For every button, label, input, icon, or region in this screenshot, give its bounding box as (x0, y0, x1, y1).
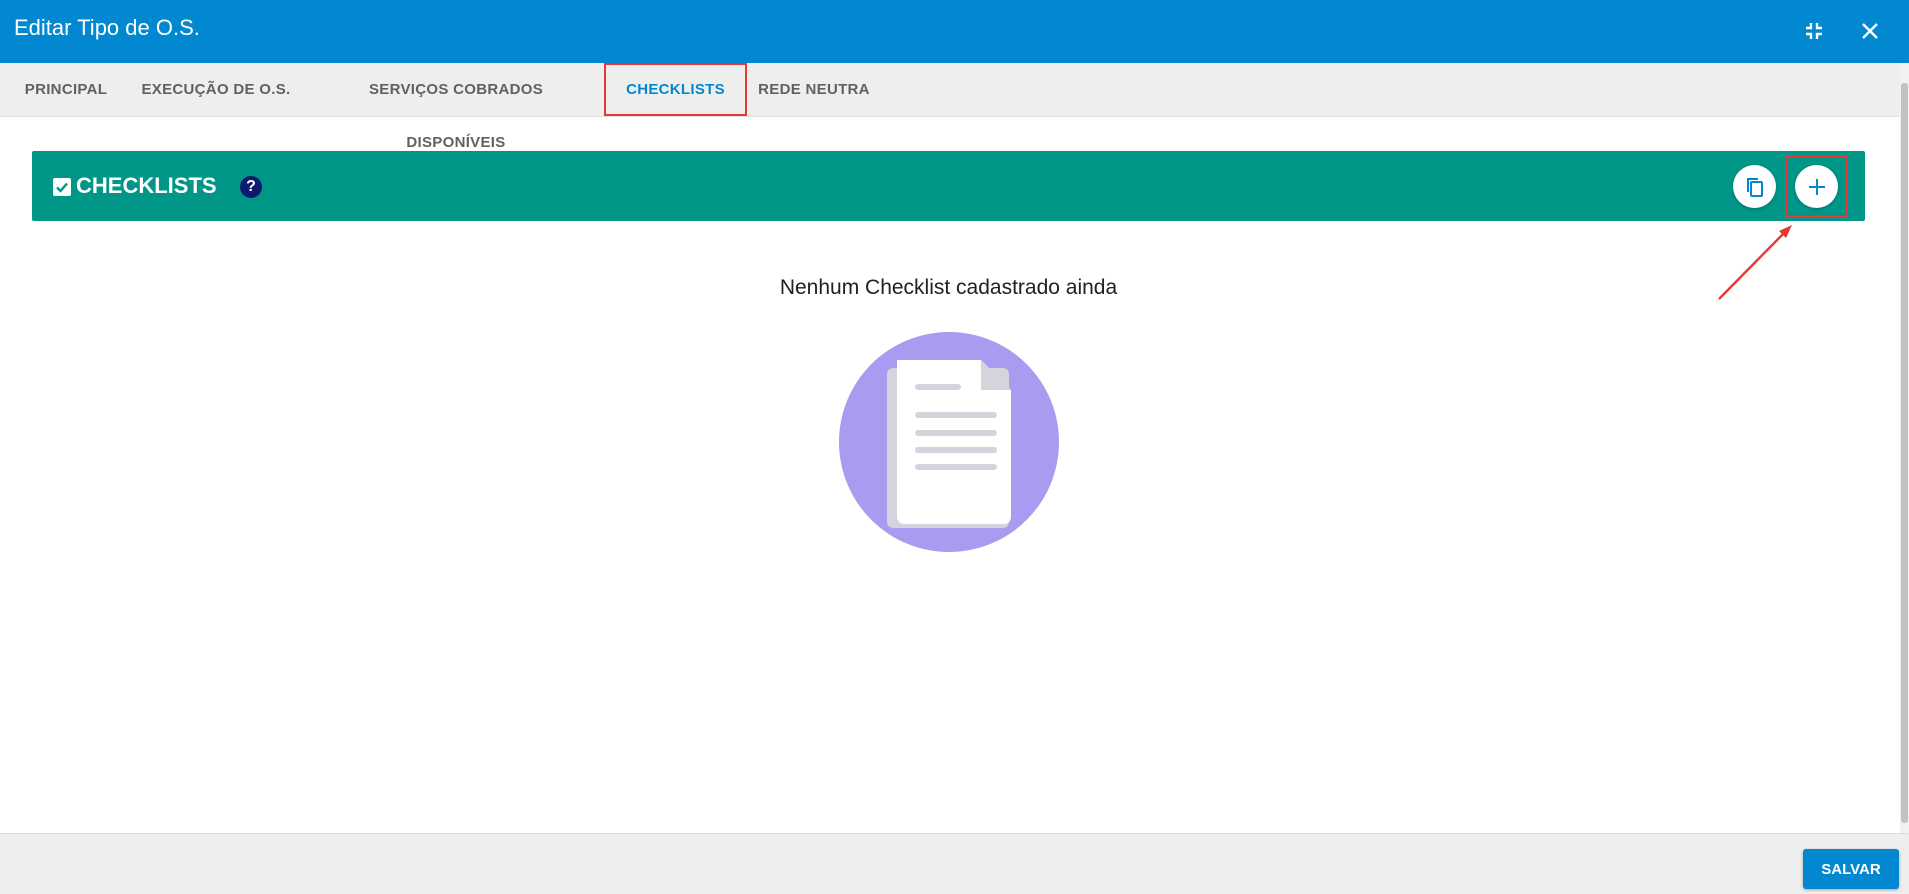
close-icon (1862, 23, 1878, 39)
plus-icon (1808, 178, 1825, 195)
scrollbar-thumb[interactable] (1901, 83, 1908, 823)
checklists-section-header: CHECKLISTS ? (32, 151, 1865, 221)
add-checklist-button[interactable] (1795, 165, 1838, 208)
copy-icon (1746, 177, 1763, 197)
empty-document-illustration (839, 332, 1059, 552)
tab-servicos[interactable]: SERVIÇOS COBRADOS DISPONÍVEIS (318, 63, 594, 151)
dialog-footer: SALVAR (0, 833, 1909, 894)
copy-button[interactable] (1733, 165, 1776, 208)
tab-bar: PRINCIPAL EXECUÇÃO DE O.S. SERVIÇOS COBR… (0, 63, 1900, 151)
tab-checklists[interactable]: CHECKLISTS (604, 63, 747, 116)
scrollbar[interactable] (1900, 63, 1909, 833)
minimize-button[interactable] (1796, 13, 1832, 49)
close-button[interactable] (1852, 13, 1888, 49)
dialog-title: Editar Tipo de O.S. (14, 15, 200, 40)
empty-state-message: Nenhum Checklist cadastrado ainda (779, 276, 1118, 299)
checkbox-icon (53, 178, 71, 196)
section-title: CHECKLISTS (76, 173, 217, 198)
dialog-titlebar: Editar Tipo de O.S. (0, 0, 1909, 63)
save-button[interactable]: SALVAR (1803, 849, 1899, 889)
tab-principal[interactable]: PRINCIPAL (12, 63, 120, 116)
help-icon[interactable]: ? (240, 176, 262, 198)
tab-rede-neutra[interactable]: REDE NEUTRA (754, 63, 874, 116)
collapse-icon (1806, 23, 1822, 39)
tab-execucao[interactable]: EXECUÇÃO DE O.S. (136, 63, 296, 116)
